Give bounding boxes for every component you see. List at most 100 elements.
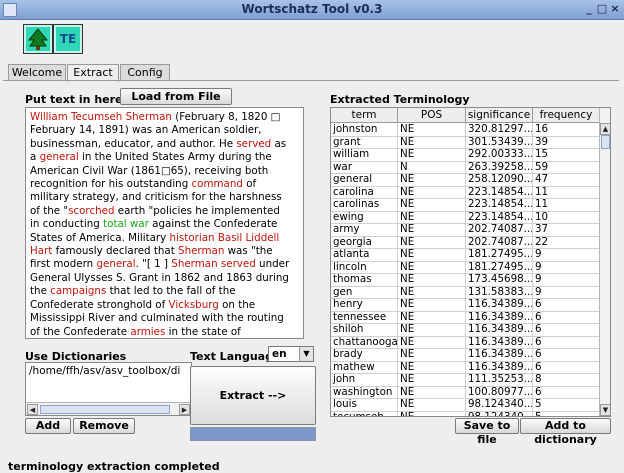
table-row[interactable]: thomasNE173.45698...9 [331, 273, 599, 287]
table-row[interactable]: washingtonNE100.80977...6 [331, 386, 599, 400]
cell-significance: 202.74087... [466, 223, 533, 236]
close-icon[interactable]: × [609, 3, 621, 15]
tab-config[interactable]: Config [120, 64, 170, 81]
cell-significance: 173.45698... [466, 273, 533, 286]
text-run: command [192, 178, 243, 190]
table-row[interactable]: johnNE111.35253...8 [331, 373, 599, 387]
add-dictionary-button[interactable]: Add [25, 418, 71, 434]
table-row[interactable]: atlantaNE181.27495...9 [331, 248, 599, 262]
cell-frequency: 11 [533, 198, 600, 211]
cell-significance: 116.34389... [466, 336, 533, 349]
scroll-right-icon[interactable]: ▶ [179, 404, 190, 415]
cell-pos: NE [398, 148, 466, 161]
terminology-table[interactable]: term POS significance frequency johnston… [330, 107, 611, 417]
cell-term: war [331, 161, 398, 174]
table-row[interactable]: ewingNE223.14854...10 [331, 211, 599, 225]
scroll-down-icon[interactable]: ▼ [600, 404, 611, 416]
column-header-term[interactable]: term [331, 108, 398, 122]
column-header-frequency[interactable]: frequency [533, 108, 600, 122]
column-header-pos[interactable]: POS [398, 108, 466, 122]
table-row[interactable]: shilohNE116.34389...6 [331, 323, 599, 337]
cell-term: gen [331, 286, 398, 299]
cell-pos: NE [398, 248, 466, 261]
cell-frequency: 6 [533, 361, 600, 374]
scroll-up-icon[interactable]: ▲ [600, 123, 611, 135]
table-row[interactable]: lincolnNE181.27495...9 [331, 261, 599, 275]
cell-term: georgia [331, 236, 398, 249]
table-row[interactable]: chattanoogaNE116.34389...6 [331, 336, 599, 350]
dictionary-item[interactable]: /home/ffh/asv/asv_toolbox/di [29, 365, 180, 377]
cell-significance: 292.00333... [466, 148, 533, 161]
table-row[interactable]: genNE131.58383...9 [331, 286, 599, 300]
table-row[interactable]: warN263.39258...59 [331, 161, 599, 175]
text-language-label: Text Language [190, 350, 280, 363]
cell-frequency: 6 [533, 386, 600, 399]
table-row[interactable]: henryNE116.34389...6 [331, 298, 599, 312]
table-row[interactable]: bradyNE116.34389...6 [331, 348, 599, 362]
cell-term: mathew [331, 361, 398, 374]
cell-pos: NE [398, 173, 466, 186]
cell-term: brady [331, 348, 398, 361]
table-row[interactable]: johnstonNE320.81297...16 [331, 123, 599, 137]
table-row[interactable]: generalNE258.12090...47 [331, 173, 599, 187]
cell-term: john [331, 373, 398, 386]
tree-button[interactable] [23, 24, 53, 54]
cell-pos: NE [398, 261, 466, 274]
cell-significance: 100.80977... [466, 386, 533, 399]
maximize-icon[interactable]: □ [596, 3, 608, 15]
load-from-file-button[interactable]: Load from File [120, 88, 232, 105]
text-vertical-scrollbar[interactable]: ▲ ▼ [303, 108, 304, 338]
scroll-thumb[interactable] [40, 405, 170, 414]
table-vertical-scrollbar[interactable]: ▲ ▼ [599, 108, 611, 416]
remove-dictionary-button[interactable]: Remove [73, 418, 135, 434]
text-run: armies [130, 326, 165, 338]
text-run: . "[ 1 ] [136, 258, 172, 270]
cell-term: carolina [331, 186, 398, 199]
cell-frequency: 8 [533, 373, 600, 386]
cell-pos: NE [398, 398, 466, 411]
table-row[interactable]: georgiaNE202.74087...22 [331, 236, 599, 250]
cell-pos: NE [398, 286, 466, 299]
text-run: famously declared that [52, 245, 178, 257]
cell-significance: 223.14854... [466, 211, 533, 224]
table-row[interactable]: louisNE98.124340...5 [331, 398, 599, 412]
cell-pos: NE [398, 411, 466, 418]
table-row[interactable]: carolinaNE223.14854...11 [331, 186, 599, 200]
cell-term: louis [331, 398, 398, 411]
save-to-file-button[interactable]: Save to file [455, 418, 519, 434]
table-row[interactable]: mathewNE116.34389...6 [331, 361, 599, 375]
text-input-area[interactable]: William Tecumseh Sherman (February 8, 18… [25, 107, 304, 339]
table-row[interactable]: carolinasNE223.14854...11 [331, 198, 599, 212]
table-row[interactable]: armyNE202.74087...37 [331, 223, 599, 237]
table-row[interactable]: tennesseeNE116.34389...6 [331, 311, 599, 325]
scroll-left-icon[interactable]: ◀ [27, 404, 38, 415]
add-to-dictionary-button[interactable]: Add to dictionary [520, 418, 611, 434]
cell-term: thomas [331, 273, 398, 286]
cell-term: general [331, 173, 398, 186]
minimize-icon[interactable]: _ [583, 3, 595, 15]
cell-significance: 320.81297... [466, 123, 533, 136]
extract-button[interactable]: Extract --> [190, 366, 316, 425]
table-row[interactable]: williamNE292.00333...15 [331, 148, 599, 162]
tree-icon [24, 25, 52, 53]
cell-pos: NE [398, 273, 466, 286]
progress-fill [191, 428, 315, 440]
chevron-down-icon[interactable]: ▼ [299, 347, 313, 361]
tab-welcome[interactable]: Welcome [8, 64, 66, 81]
cell-pos: NE [398, 136, 466, 149]
te-button[interactable]: TE [53, 24, 83, 54]
scroll-thumb[interactable] [601, 135, 610, 149]
text-content[interactable]: William Tecumseh Sherman (February 8, 18… [30, 111, 292, 339]
table-row[interactable]: grantNE301.53439...39 [331, 136, 599, 150]
text-run: campaigns [50, 285, 106, 297]
language-value: en [272, 347, 287, 361]
cell-frequency: 5 [533, 411, 600, 418]
dict-horizontal-scrollbar[interactable]: ◀ ▶ [26, 402, 191, 415]
cell-term: lincoln [331, 261, 398, 274]
cell-significance: 223.14854... [466, 198, 533, 211]
table-row[interactable]: tecumsehNE98.124340...5 [331, 411, 599, 418]
column-header-significance[interactable]: significance [466, 108, 533, 122]
dictionary-list[interactable]: /home/ffh/asv/asv_toolbox/di ◀ ▶ [25, 362, 192, 416]
language-select[interactable]: en ▼ [268, 346, 314, 362]
cell-significance: 98.124340... [466, 398, 533, 411]
